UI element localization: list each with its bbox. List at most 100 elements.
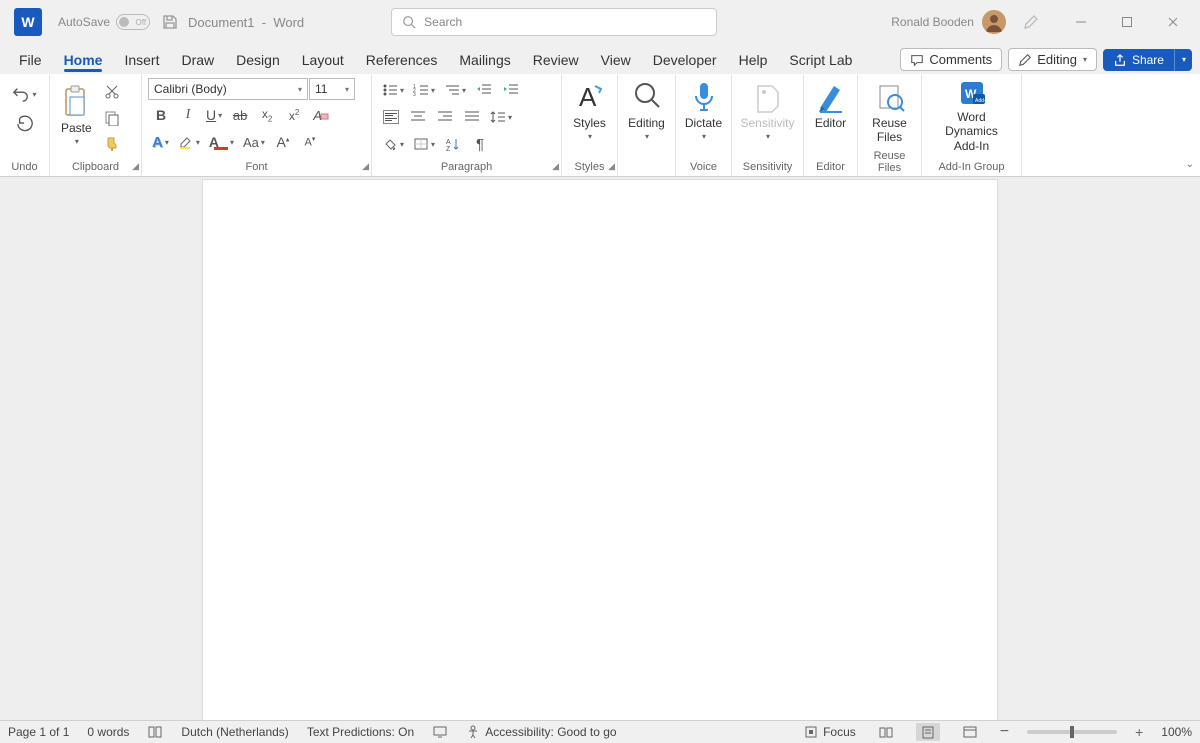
tab-insert[interactable]: Insert [113,48,170,74]
tab-developer[interactable]: Developer [642,48,728,74]
font-color-button[interactable]: A▾ [205,130,238,154]
language-status[interactable]: Dutch (Netherlands) [181,725,288,739]
styles-button[interactable]: A Styles ▾ [568,78,611,144]
group-undo: ▾ Undo [0,74,50,176]
tab-references[interactable]: References [355,48,449,74]
minimize-button[interactable] [1058,7,1104,37]
bold-button[interactable]: B [148,103,174,127]
dictate-button[interactable]: Dictate ▾ [680,78,727,144]
chevron-down-icon: ▾ [75,137,79,147]
accessibility-status[interactable]: Accessibility: Good to go [466,725,616,739]
editing-button[interactable]: Editing ▾ [623,78,670,144]
display-settings[interactable] [432,725,448,739]
reuse-files-button[interactable]: Reuse Files [864,78,915,147]
spellcheck-status[interactable] [147,725,163,739]
superscript-button[interactable]: x2 [281,103,307,127]
tab-scriptlab[interactable]: Script Lab [778,48,863,74]
dialog-launcher-icon[interactable]: ◢ [362,161,369,172]
line-spacing-button[interactable]: ▾ [486,105,516,129]
group-sensitivity: Sensitivity ▾ Sensitivity [732,74,804,176]
tab-file[interactable]: File [8,48,53,74]
share-button[interactable]: Share [1103,49,1174,71]
subscript-button[interactable]: x2 [254,103,280,127]
cut-button[interactable] [99,80,125,104]
zoom-level[interactable]: 100% [1161,725,1192,739]
change-case-button[interactable]: Aa▾ [239,130,269,154]
numbering-button[interactable]: 123▾ [409,78,439,102]
font-size-input[interactable]: 11▾ [309,78,355,100]
editor-button[interactable]: Editor [810,78,851,132]
align-center-button[interactable] [405,105,431,129]
share-dropdown[interactable]: ▾ [1174,49,1192,71]
group-reuse: Reuse Files Reuse Files [858,74,922,176]
save-icon[interactable] [162,14,178,30]
read-mode-button[interactable] [874,723,898,741]
search-input[interactable]: Search [391,8,717,36]
shrink-font-button[interactable]: A▾ [297,130,323,154]
zoom-in-button[interactable]: + [1135,724,1143,740]
bullets-button[interactable]: ▾ [378,78,408,102]
editing-mode-button[interactable]: Editing ▾ [1008,48,1097,71]
text-predictions-status[interactable]: Text Predictions: On [307,725,414,739]
search-icon [402,15,416,29]
web-layout-button[interactable] [958,723,982,741]
tab-review[interactable]: Review [522,48,590,74]
borders-button[interactable]: ▾ [409,132,439,156]
show-marks-button[interactable]: ¶ [467,132,493,156]
align-right-button[interactable] [432,105,458,129]
tab-mailings[interactable]: Mailings [448,48,521,74]
collapse-ribbon-button[interactable]: ⌄ [1186,159,1194,170]
tab-view[interactable]: View [590,48,642,74]
word-dynamics-addin-button[interactable]: WAdd-in Word Dynamics Add-In [928,78,1015,155]
word-count[interactable]: 0 words [87,725,129,739]
user-account[interactable]: Ronald Booden [891,10,1006,34]
decrease-indent-button[interactable] [471,78,497,102]
align-right-icon [437,110,453,124]
sort-button[interactable]: AZ [440,132,466,156]
pen-icon[interactable] [1018,10,1044,34]
grow-font-button[interactable]: A▴ [270,130,296,154]
increase-indent-button[interactable] [498,78,524,102]
zoom-out-button[interactable]: − [1000,723,1009,741]
paste-button[interactable]: Paste ▾ [56,78,97,154]
justify-button[interactable] [459,105,485,129]
format-painter-button[interactable] [99,132,125,156]
strikethrough-button[interactable]: ab [227,103,253,127]
shading-button[interactable]: ▾ [378,132,408,156]
chevron-down-icon: ▾ [645,132,649,142]
focus-mode-button[interactable]: Focus [804,725,856,739]
accessibility-icon [466,725,480,739]
underline-button[interactable]: U▾ [202,103,226,127]
tab-draw[interactable]: Draw [170,48,225,74]
italic-button[interactable]: I [175,103,201,127]
tab-layout[interactable]: Layout [291,48,355,74]
copy-button[interactable] [99,106,125,130]
font-name-input[interactable]: Calibri (Body)▾ [148,78,308,100]
tab-design[interactable]: Design [225,48,291,74]
user-name: Ronald Booden [891,15,974,29]
autosave-toggle[interactable]: AutoSave Off [58,14,150,30]
redo-button[interactable] [12,112,38,136]
highlight-button[interactable]: ▾ [174,130,204,154]
dialog-launcher-icon[interactable]: ◢ [132,161,139,172]
clear-formatting-button[interactable]: A [308,103,334,127]
tab-home[interactable]: Home [53,48,114,74]
document-title[interactable]: Document1 - Word [188,15,304,30]
tab-help[interactable]: Help [728,48,779,74]
undo-button[interactable]: ▾ [8,82,40,106]
print-layout-button[interactable] [916,723,940,741]
book-icon [147,725,163,739]
close-button[interactable] [1150,7,1196,37]
zoom-slider[interactable] [1027,730,1117,734]
page-number[interactable]: Page 1 of 1 [8,725,69,739]
ribbon-tabs: File Home Insert Draw Design Layout Refe… [0,44,1200,74]
maximize-button[interactable] [1104,7,1150,37]
dialog-launcher-icon[interactable]: ◢ [552,161,559,172]
text-effects-button[interactable]: A▾ [148,130,173,154]
chevron-down-icon: ▾ [1182,55,1186,64]
dialog-launcher-icon[interactable]: ◢ [608,161,615,172]
comments-button[interactable]: Comments [900,48,1002,71]
multilevel-list-button[interactable]: ▾ [440,78,470,102]
align-left-button[interactable] [378,105,404,129]
document-page[interactable] [203,180,997,720]
